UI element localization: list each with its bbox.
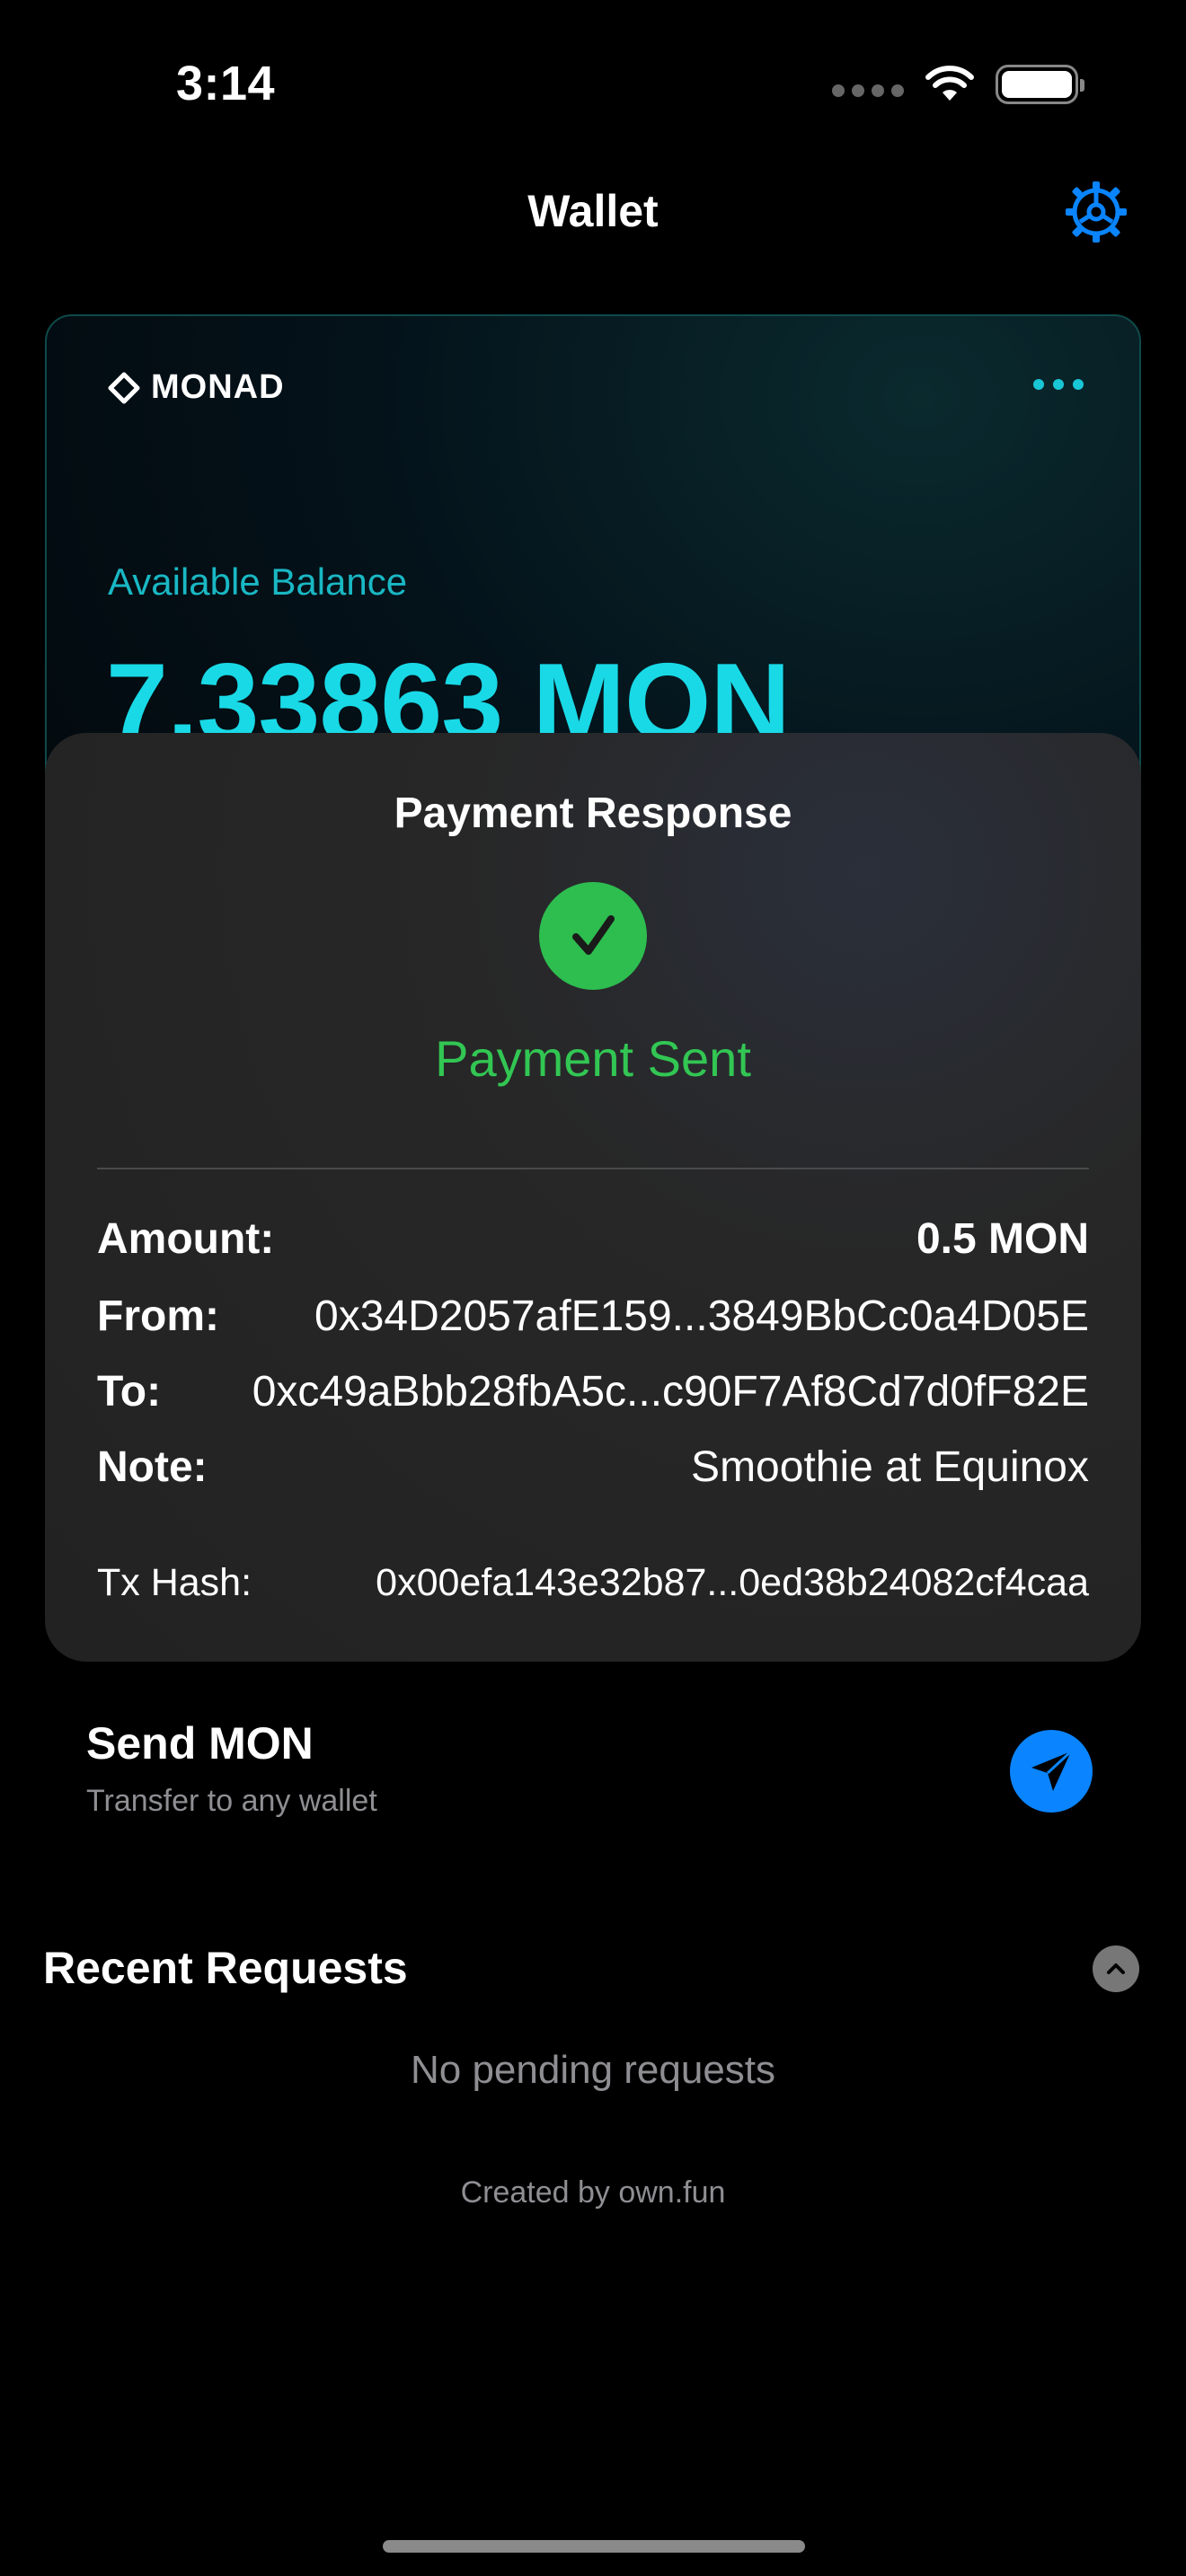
more-options-icon[interactable] (1033, 379, 1084, 390)
chevron-up-icon (1107, 1963, 1125, 1974)
status-icons (832, 65, 1084, 104)
to-label: To: (97, 1368, 162, 1416)
checkmark-icon (539, 882, 647, 990)
wifi-icon (925, 66, 974, 101)
send-subtitle: Transfer to any wallet (86, 1784, 377, 1818)
cellular-signal-icon (832, 84, 904, 97)
monad-logo-icon (108, 372, 140, 403)
recent-requests-title: Recent Requests (43, 1943, 408, 1993)
paper-plane-icon (1031, 1750, 1073, 1791)
divider (97, 1168, 1089, 1169)
from-row: From: 0x34D2057afE159...3849BbCc0a4D05E (97, 1292, 1089, 1341)
send-title[interactable]: Send MON (86, 1717, 314, 1769)
from-address[interactable]: 0x34D2057afE159...3849BbCc0a4D05E (314, 1292, 1089, 1341)
amount-label: Amount: (97, 1215, 275, 1263)
gear-icon (1066, 181, 1127, 243)
payment-response-sheet: Payment Response Payment Sent Amount: 0.… (45, 733, 1141, 1662)
amount-row: Amount: 0.5 MON (97, 1214, 1089, 1264)
to-row: To: 0xc49aBbb28fbA5c...c90F7Af8Cd7d0fF82… (97, 1367, 1089, 1416)
empty-requests-text: No pending requests (410, 2048, 776, 2092)
brand: MONAD (108, 368, 285, 407)
home-indicator[interactable] (383, 2540, 805, 2553)
tx-hash-row: Tx Hash: 0x00efa143e32b87...0ed38b24082c… (97, 1561, 1089, 1605)
payment-status: Payment Sent (435, 1030, 751, 1087)
footer-credit[interactable]: Created by own.fun (0, 2175, 1186, 2210)
from-label: From: (97, 1292, 219, 1340)
note-row: Note: Smoothie at Equinox (97, 1442, 1089, 1492)
page-title: Wallet (527, 186, 659, 236)
sheet-title: Payment Response (394, 790, 792, 837)
tx-hash-label: Tx Hash: (97, 1561, 252, 1604)
note-value: Smoothie at Equinox (691, 1443, 1089, 1491)
settings-button[interactable] (1064, 180, 1128, 244)
tx-hash-value[interactable]: 0x00efa143e32b87...0ed38b24082cf4caa (376, 1561, 1089, 1605)
collapse-toggle[interactable] (1093, 1945, 1139, 1992)
brand-name: MONAD (151, 368, 285, 406)
note-label: Note: (97, 1443, 208, 1491)
send-button[interactable] (1010, 1730, 1093, 1813)
to-address[interactable]: 0xc49aBbb28fbA5c...c90F7Af8Cd7d0fF82E (252, 1367, 1089, 1416)
battery-icon (996, 65, 1084, 104)
status-time: 3:14 (176, 57, 276, 110)
amount-value: 0.5 MON (916, 1215, 1089, 1263)
balance-label: Available Balance (108, 560, 408, 603)
